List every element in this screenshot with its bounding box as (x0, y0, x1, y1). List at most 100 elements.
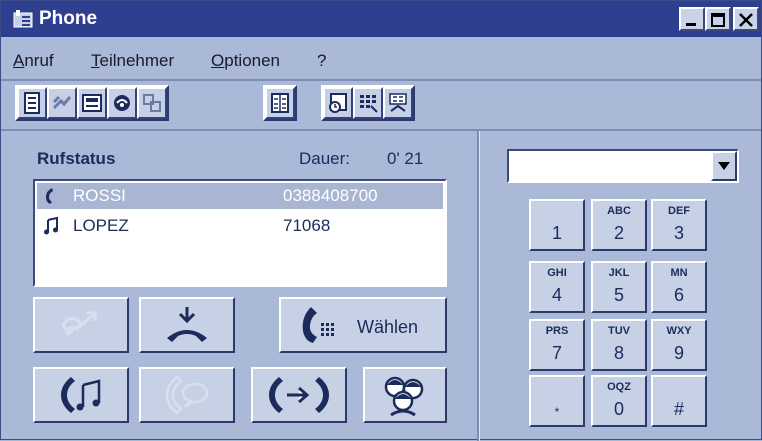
key-digit: # (673, 399, 684, 419)
keypad-key[interactable]: * (529, 375, 585, 427)
key-letters: MN (670, 267, 688, 279)
key-digit: 0 (613, 399, 624, 419)
voicemail-icon (114, 95, 130, 111)
menu-bar: Anruf Teilnehmer Optionen ? (1, 49, 761, 75)
menu-help[interactable]: ? (317, 51, 326, 71)
notes-icon (82, 94, 102, 112)
hold-music-icon (61, 377, 101, 413)
dial-keypad-phone-icon (302, 307, 334, 343)
key-digit: 4 (551, 285, 562, 305)
transfer-call-icon (61, 311, 97, 337)
minimize-button[interactable] (679, 7, 705, 31)
keypad-grid-icon (360, 95, 378, 113)
menu-teilnehmer[interactable]: Teilnehmer (91, 51, 174, 71)
keypad-key[interactable]: JKL 5 (591, 261, 647, 313)
maximize-icon (711, 13, 725, 27)
toolbar-conference-button[interactable] (137, 87, 167, 119)
conference-people-icon (384, 376, 424, 417)
key-digit: 3 (673, 223, 684, 243)
duration-value: 0' 21 (387, 149, 424, 168)
conference-icon (143, 94, 161, 112)
active-calls-list[interactable]: ROSSI 0388408700 LOPEZ 71068 (33, 179, 447, 287)
toolbar-group-view (321, 85, 415, 121)
number-combo-box[interactable] (507, 149, 739, 183)
toolbar-voicemail-button[interactable] (107, 87, 137, 119)
maximize-button[interactable] (705, 7, 731, 31)
close-icon (739, 13, 753, 27)
toolbar-keypad-button[interactable] (353, 87, 383, 119)
key-digit: 8 (613, 343, 624, 363)
hangup-handset-icon (167, 307, 207, 342)
chevron-down-icon (718, 162, 730, 170)
keypad-key[interactable]: OQZ 0 (591, 375, 647, 427)
consult-button[interactable] (139, 367, 235, 423)
keypad-key[interactable]: # (651, 375, 707, 427)
call-name: ROSSI (73, 186, 126, 205)
key-digit: 2 (613, 223, 624, 243)
key-letters: PRS (545, 325, 569, 337)
consult-speech-icon (165, 375, 209, 415)
toolbar-bottom-divider (1, 129, 761, 131)
key-digit: 5 (613, 285, 624, 305)
phone-window: Phone Anruf Teilnehmer Optionen ? Rufsta… (0, 0, 762, 441)
call-status-heading: Rufstatus (37, 149, 116, 168)
conference-button[interactable] (363, 367, 447, 423)
key-digit: * (554, 405, 560, 419)
swap-calls-button[interactable] (251, 367, 347, 423)
key-letters: ABC (607, 205, 631, 217)
transfer-button[interactable] (33, 297, 129, 353)
dial-button[interactable]: Wählen (279, 297, 447, 353)
key-digit: 7 (551, 343, 562, 363)
swap-calls-icon (269, 377, 329, 413)
toolbar-journal-button[interactable] (323, 87, 353, 119)
keypad-key[interactable]: TUV 8 (591, 319, 647, 371)
call-name: LOPEZ (73, 216, 129, 235)
menu-optionen[interactable]: Optionen (211, 51, 280, 71)
key-digit: 1 (551, 223, 562, 243)
toolbar-divider (1, 79, 761, 81)
keypad-key[interactable]: ABC 2 (591, 199, 647, 251)
keypad-key[interactable]: DEF 3 (651, 199, 707, 251)
window-title: Phone (39, 8, 98, 29)
toolbar-forward-button[interactable] (47, 87, 77, 119)
minimize-icon (686, 23, 696, 26)
key-letters: JKL (608, 267, 630, 279)
combo-dropdown-button[interactable] (711, 151, 737, 181)
menu-anruf[interactable]: Anruf (13, 51, 54, 71)
phonebook-icon (24, 92, 40, 114)
title-bar[interactable]: Phone (1, 1, 761, 37)
toolbar-collapse-button[interactable] (383, 87, 413, 119)
music-hold-icon (43, 216, 59, 240)
journal-clock-icon (329, 93, 347, 113)
dial-button-label: Wählen (357, 317, 419, 337)
call-row-rossi[interactable]: ROSSI 0388408700 (37, 183, 443, 209)
keypad-key[interactable]: 1 (529, 199, 585, 251)
key-letters: OQZ (607, 381, 631, 393)
directory-icon (271, 93, 289, 113)
keypad-key[interactable]: MN 6 (651, 261, 707, 313)
keypad-key[interactable]: GHI 4 (529, 261, 585, 313)
key-letters: WXY (666, 325, 692, 337)
key-letters: GHI (547, 267, 567, 279)
key-digit: 9 (673, 343, 684, 363)
toolbar-group-directory (263, 85, 297, 121)
toolbar-phonebook-button[interactable] (17, 87, 47, 119)
collapse-panel-icon (389, 93, 407, 112)
toolbar-directory-button[interactable] (265, 87, 295, 119)
phone-app-icon (13, 9, 33, 29)
hold-button[interactable] (33, 367, 129, 423)
panel-divider-highlight (479, 131, 480, 441)
call-row-lopez[interactable]: LOPEZ 71068 (37, 213, 443, 239)
call-number: 71068 (283, 216, 331, 235)
duration-label: Dauer: (299, 149, 351, 168)
handset-active-icon (43, 187, 57, 210)
keypad-key[interactable]: WXY 9 (651, 319, 707, 371)
hangup-button[interactable] (139, 297, 235, 353)
key-digit: 6 (673, 285, 684, 305)
close-button[interactable] (733, 7, 759, 31)
forward-icon (52, 95, 72, 110)
key-letters: DEF (668, 205, 690, 217)
toolbar-notes-button[interactable] (77, 87, 107, 119)
keypad-key[interactable]: PRS 7 (529, 319, 585, 371)
toolbar-group-call (15, 85, 169, 121)
